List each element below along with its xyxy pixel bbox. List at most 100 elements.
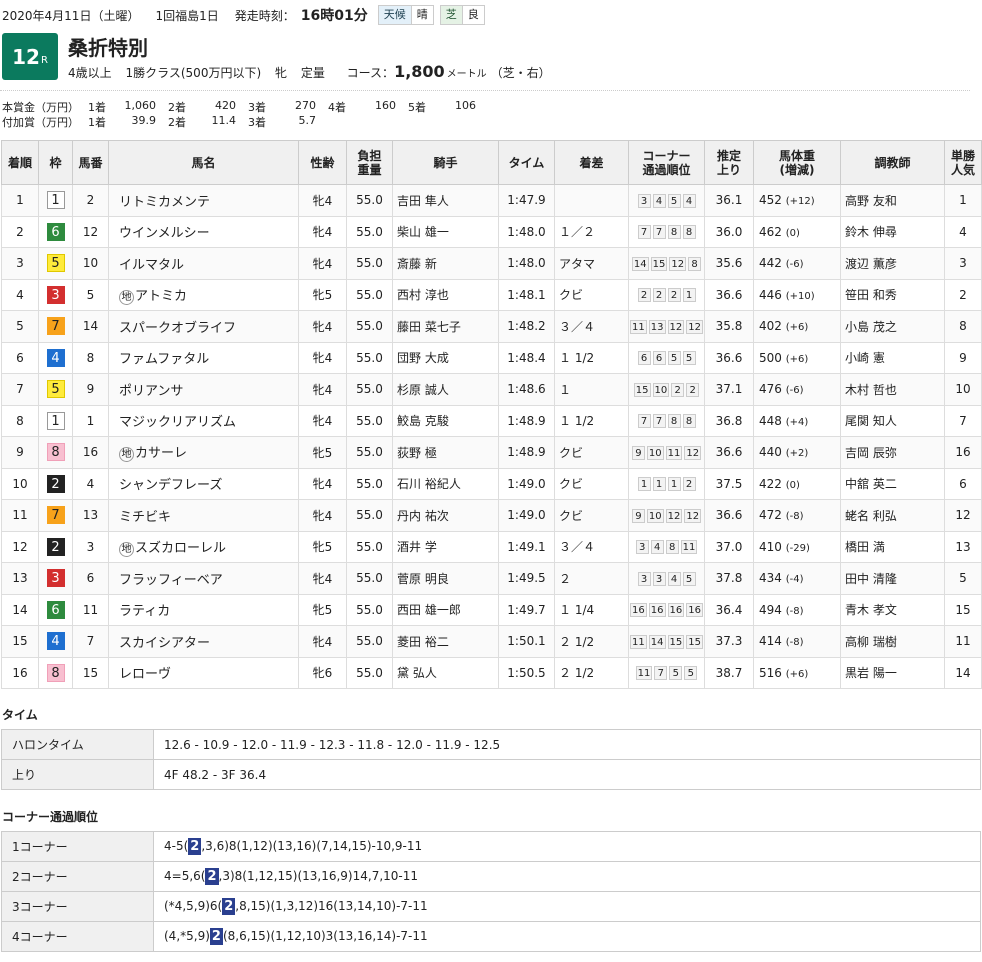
corner-seq-highlight: 2 [222,898,236,915]
trainer-cell[interactable]: 橋田 満 [840,530,945,563]
jockey-cell[interactable]: 酒井 学 [392,530,499,563]
horse-name-cell[interactable]: 地スズカローレル [108,530,299,563]
col-horse-no[interactable]: 馬番 [72,140,109,185]
horse-name-cell[interactable]: ファムファタル [108,341,299,374]
horse-name-link[interactable]: アトミカ [135,289,187,304]
horse-name-link[interactable]: イルマタル [119,258,184,273]
col-rank[interactable]: 着順 [1,140,39,185]
horse-name-link[interactable]: マジックリアリズム [119,415,236,430]
horse-name-cell[interactable]: シャンデフレーズ [108,467,299,500]
corner-position: 14 [648,634,666,649]
last3f-cell: 36.6 [704,341,754,374]
trainer-cell[interactable]: 青木 孝文 [840,593,945,626]
horse-name-cell[interactable]: ミチビキ [108,499,299,532]
jockey-cell[interactable]: 西村 淳也 [392,278,499,311]
horse-name-link[interactable]: ポリアンサ [119,384,183,399]
last3f-cell: 37.8 [704,562,754,595]
weight-cell: 55.0 [346,247,393,280]
corner-position: 12 [669,256,687,271]
trainer-cell[interactable]: 高野 友和 [840,184,945,217]
horse-name-cell[interactable]: ウインメルシー [108,215,299,248]
weight-cell: 55.0 [346,562,393,595]
horse-name-cell[interactable]: ラティカ [108,593,299,626]
jockey-cell[interactable]: 吉田 隼人 [392,184,499,217]
col-horse-name[interactable]: 馬名 [108,140,299,185]
horse-name-link[interactable]: ファムファタル [119,352,209,367]
trainer-cell[interactable]: 小島 茂之 [840,310,945,343]
jockey-cell[interactable]: 柴山 雄一 [392,215,499,248]
horse-name-link[interactable]: シャンデフレーズ [119,478,222,493]
corner-seq-after: ,3)8(1,12,15)(13,16,9)14,7,10-11 [218,869,419,883]
horse-name-link[interactable]: リトミカメンテ [119,195,210,210]
jockey-cell[interactable]: 菅原 明良 [392,562,499,595]
jockey-cell[interactable]: 斎藤 新 [392,247,499,280]
body-weight: 414 [759,634,782,649]
horse-name-link[interactable]: スパークオブライフ [119,321,236,336]
start-time-label: 発走時刻： [234,8,295,23]
horse-name-cell[interactable]: マジックリアリズム [108,404,299,437]
horse-name-link[interactable]: ラティカ [119,604,170,619]
horse-name-link[interactable]: スカイシアター [119,636,210,651]
prize-place: 1着 [88,101,106,114]
trainer-cell[interactable]: 渡辺 薫彦 [840,247,945,280]
col-trainer[interactable]: 調教師 [840,140,945,185]
horse-name-cell[interactable]: ポリアンサ [108,373,299,406]
jockey-cell[interactable]: 藤田 菜七子 [392,310,499,343]
trainer-cell[interactable]: 吉岡 辰弥 [840,436,945,469]
body-weight: 448 [759,413,782,428]
horse-name-link[interactable]: レローヴ [119,667,171,682]
trainer-cell[interactable]: 田中 清隆 [840,562,945,595]
col-weight[interactable]: 負担 重量 [346,140,393,185]
time-cell: 1:50.1 [498,625,555,658]
trainer-cell[interactable]: 蛯名 利弘 [840,499,945,532]
trainer-cell[interactable]: 笹田 和秀 [840,278,945,311]
horse-name-cell[interactable]: リトミカメンテ [108,184,299,217]
jockey-cell[interactable]: 菱田 裕二 [392,625,499,658]
col-jockey[interactable]: 騎手 [392,140,499,185]
frame-badge: 5 [46,380,65,399]
col-frame[interactable]: 枠 [38,140,73,185]
trainer-cell[interactable]: 高柳 瑞樹 [840,625,945,658]
horse-name-cell[interactable]: 地カサーレ [108,436,299,469]
trainer-cell[interactable]: 小崎 憲 [840,341,945,374]
trainer-cell[interactable]: 木村 哲也 [840,373,945,406]
horse-name-cell[interactable]: スパークオブライフ [108,310,299,343]
jockey-cell[interactable]: 鮫島 克駿 [392,404,499,437]
horse-name-link[interactable]: スズカローレル [135,541,226,556]
horse-name-link[interactable]: ウインメルシー [119,226,210,241]
horse-name-cell[interactable]: 地アトミカ [108,278,299,311]
jockey-cell[interactable]: 荻野 極 [392,436,499,469]
trainer-cell[interactable]: 中舘 英二 [840,467,945,500]
col-margin[interactable]: 着差 [554,140,629,185]
corner-position: 12 [665,508,683,523]
horse-name-cell[interactable]: スカイシアター [108,625,299,658]
col-time[interactable]: タイム [498,140,555,185]
col-corner[interactable]: コーナー 通過順位 [628,140,705,185]
jockey-cell[interactable]: 石川 裕紀人 [392,467,499,500]
margin-cell: クビ [554,467,629,500]
jockey-cell[interactable]: 黛 弘人 [392,656,499,689]
horse-name-link[interactable]: カサーレ [135,446,187,461]
col-popularity[interactable]: 単勝 人気 [944,140,982,185]
horse-name-cell[interactable]: レローヴ [108,656,299,689]
horse-name-link[interactable]: ミチビキ [119,510,171,525]
col-body-weight[interactable]: 馬体重 (増減) [753,140,841,185]
jockey-cell[interactable]: 丹内 祐次 [392,499,499,532]
jockey-cell[interactable]: 団野 大成 [392,341,499,374]
horse-name-link[interactable]: フラッフィーベア [119,573,223,588]
col-sex-age[interactable]: 性齢 [298,140,347,185]
body-weight-cell: 452 (+12) [753,184,841,217]
corner-position: 7 [652,225,666,240]
age-condition: 4歳以上 [68,66,112,80]
corner-cell: 7788 [628,215,705,248]
col-last3f[interactable]: 推定 上り [704,140,754,185]
jockey-cell[interactable]: 杉原 誠人 [392,373,499,406]
rank-cell: 15 [1,625,39,658]
jockey-cell[interactable]: 西田 雄一郎 [392,593,499,626]
body-weight-cell: 448 (+4) [753,404,841,437]
trainer-cell[interactable]: 黒岩 陽一 [840,656,945,689]
trainer-cell[interactable]: 尾関 知人 [840,404,945,437]
horse-name-cell[interactable]: イルマタル [108,247,299,280]
horse-name-cell[interactable]: フラッフィーベア [108,562,299,595]
trainer-cell[interactable]: 鈴木 伸尋 [840,215,945,248]
